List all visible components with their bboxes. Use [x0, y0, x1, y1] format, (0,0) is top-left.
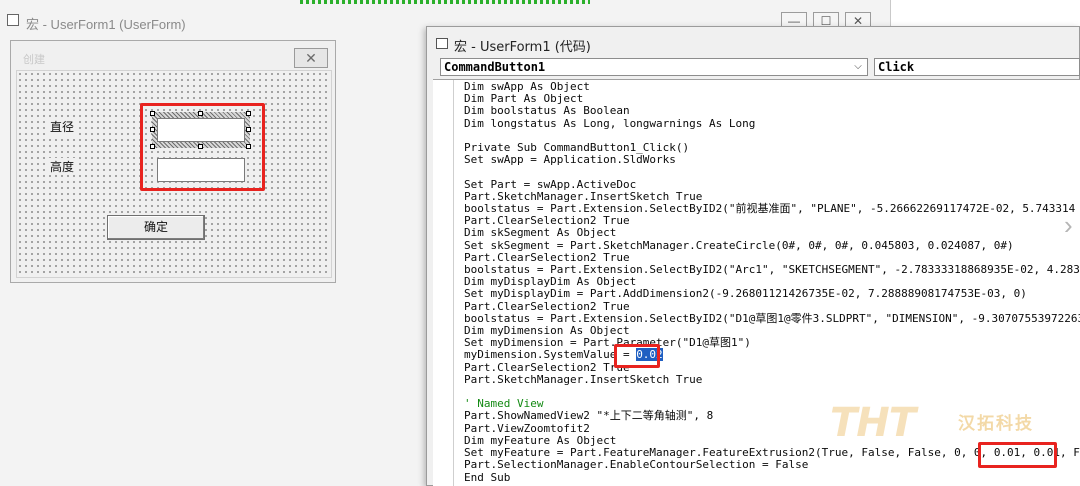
annotation-highlight-systemvalue [614, 344, 660, 368]
chevron-down-icon[interactable]: ⌵ [850, 60, 866, 74]
form-window-icon [7, 14, 19, 26]
ok-button[interactable]: 确定 [107, 215, 205, 240]
code-margin[interactable] [433, 80, 454, 486]
diameter-label[interactable]: 直径 [48, 118, 77, 135]
procedure-dropdown[interactable]: Click [874, 58, 1080, 76]
chevron-right-icon[interactable]: › [1064, 210, 1073, 241]
code-window-title: 宏 - UserForm1 (代码) [454, 40, 591, 55]
height-label[interactable]: 高度 [48, 158, 77, 175]
userform-caption: 创建 [23, 54, 45, 66]
company-watermark-name: 汉拓科技 [958, 414, 1034, 434]
decorative-dotted-line [300, 0, 590, 4]
code-block-top: Dim swApp As Object Dim Part As Object D… [464, 80, 1080, 362]
annotation-highlight-textboxes [140, 103, 265, 191]
designer-window-title: 宏 - UserForm1 (UserForm) [26, 17, 186, 32]
company-watermark-logo: THT [830, 400, 916, 446]
annotation-highlight-extrude-values [978, 442, 1057, 468]
code-window-icon [436, 38, 448, 49]
object-dropdown[interactable]: CommandButton1 [440, 58, 868, 76]
userform-titlebar [11, 41, 335, 69]
code-block-middle: Part.ClearSelection2 True Part.SketchMan… [464, 360, 703, 386]
userform-close-icon[interactable]: ✕ [294, 48, 328, 68]
